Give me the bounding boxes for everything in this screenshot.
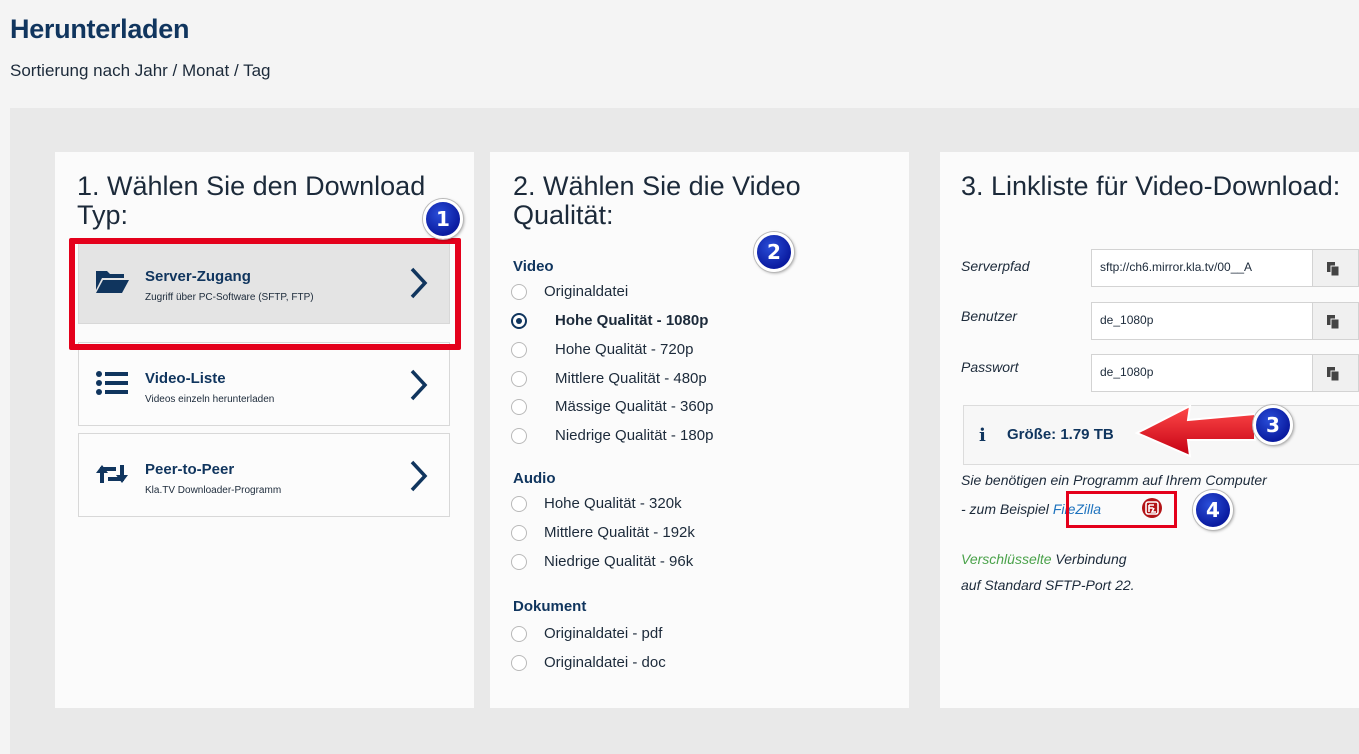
copy-icon (1327, 315, 1340, 330)
radio-label: Mässige Qualität - 360p (555, 398, 714, 415)
step-badge-3: 3 (1253, 405, 1293, 445)
video-quality-title: 2. Wählen Sie die Video Qualität: (513, 171, 801, 230)
link-list-title: 3. Linkliste für Video-Download: (961, 171, 1341, 201)
video-quality-panel: 2. Wählen Sie die Video Qualität: Video … (490, 152, 909, 708)
chevron-right-icon (410, 369, 428, 401)
copy-user-button[interactable] (1313, 302, 1359, 340)
video-group-heading: Video (513, 258, 554, 275)
retweet-icon (96, 465, 128, 483)
user-label: Benutzer (961, 308, 1018, 324)
video-list-label: Video-Liste (145, 370, 226, 387)
radio-circle[interactable] (511, 626, 527, 642)
size-text: Größe: 1.79 TB (1007, 426, 1114, 443)
radio-label: Originaldatei - doc (544, 654, 666, 671)
list-icon (96, 371, 128, 395)
radio-circle[interactable] (511, 428, 527, 444)
radio-label: Niedrige Qualität - 180p (555, 427, 714, 444)
example-prefix: - zum Beispiel (961, 501, 1053, 517)
copy-password-button[interactable] (1313, 354, 1359, 392)
step-badge-2: 2 (754, 232, 794, 272)
video-list-sub: Videos einzeln herunterladen (145, 394, 275, 405)
info-icon: i (979, 425, 986, 446)
download-type-panel: 1. Wählen Sie den Download Typ: Server-Z… (55, 152, 474, 708)
radio-circle[interactable] (511, 655, 527, 671)
highlight-box (69, 238, 461, 350)
radio-label: Originaldatei (544, 283, 629, 300)
server-path-label: Serverpfad (961, 258, 1030, 274)
chevron-right-icon (410, 460, 428, 492)
program-note: Sie benötigen ein Programm auf Ihrem Com… (961, 472, 1267, 488)
radio-label: Originaldatei - pdf (544, 625, 663, 642)
password-field[interactable]: de_1080p (1091, 354, 1313, 392)
copy-icon (1327, 367, 1340, 382)
download-type-title: 1. Wählen Sie den Download Typ: (77, 171, 426, 230)
page-title: Herunterladen (10, 14, 190, 44)
server-path-field[interactable]: sftp://ch6.mirror.kla.tv/00__A (1091, 249, 1313, 287)
page-subtitle: Sortierung nach Jahr / Monat / Tag (10, 61, 271, 80)
radio-label: Hohe Qualität - 720p (555, 341, 694, 358)
password-label: Passwort (961, 359, 1019, 375)
radio-label: Mittlere Qualität - 480p (555, 370, 707, 387)
filezilla-highlight-box (1066, 491, 1177, 528)
peer-to-peer-label: Peer-to-Peer (145, 461, 235, 478)
video-list-button[interactable]: Video-Liste Videos einzeln herunterladen (78, 342, 450, 426)
port-note: auf Standard SFTP-Port 22. (961, 577, 1135, 593)
step-badge-1: 1 (423, 199, 463, 239)
step-badge-4: 4 (1193, 490, 1233, 530)
radio-circle[interactable] (511, 371, 527, 387)
radio-label: Niedrige Qualität - 96k (544, 553, 694, 570)
radio-label: Hohe Qualität - 1080p (555, 312, 709, 329)
peer-to-peer-sub: Kla.TV Downloader-Programm (145, 485, 282, 496)
radio-label: Mittlere Qualität - 192k (544, 524, 695, 541)
audio-group-heading: Audio (513, 470, 556, 487)
user-field[interactable]: de_1080p (1091, 302, 1313, 340)
peer-to-peer-button[interactable]: Peer-to-Peer Kla.TV Downloader-Programm (78, 433, 450, 517)
connection-word: Verbindung (1051, 551, 1127, 567)
encrypted-note: Verschlüsselte Verbindung (961, 551, 1127, 567)
radio-circle[interactable] (511, 496, 527, 512)
radio-circle-selected[interactable] (511, 313, 527, 329)
arrow-icon (1135, 404, 1256, 458)
radio-label: Hohe Qualität - 320k (544, 495, 682, 512)
copy-server-path-button[interactable] (1313, 249, 1359, 287)
radio-circle[interactable] (511, 284, 527, 300)
radio-circle[interactable] (511, 525, 527, 541)
document-group-heading: Dokument (513, 598, 587, 615)
encrypted-word: Verschlüsselte (961, 551, 1052, 567)
copy-icon (1327, 262, 1340, 277)
radio-circle[interactable] (511, 554, 527, 570)
radio-circle[interactable] (511, 399, 527, 415)
radio-circle[interactable] (511, 342, 527, 358)
